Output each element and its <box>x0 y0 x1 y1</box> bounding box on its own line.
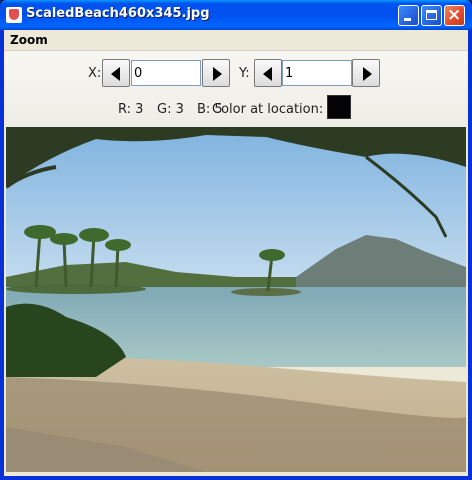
x-field[interactable] <box>131 60 201 86</box>
beach-image[interactable] <box>6 127 466 472</box>
y-label: Y: <box>239 66 250 81</box>
picture-explorer-panel: X: Y: R: 3 G: 3 B: 5 Color at location: <box>4 51 468 127</box>
beach-photo <box>6 127 466 472</box>
java-cup-icon <box>6 7 22 23</box>
right-arrow-icon <box>363 67 372 81</box>
close-icon: × <box>447 5 462 25</box>
y-field[interactable] <box>282 60 352 86</box>
menu-zoom[interactable]: Zoom <box>10 33 48 47</box>
color-at-location-label: Color at location: <box>212 102 324 117</box>
x-decrement-button[interactable] <box>102 59 130 87</box>
minimize-icon <box>404 18 411 21</box>
window-title: ScaledBeach460x345.jpg <box>26 6 210 21</box>
x-increment-button[interactable] <box>202 59 230 87</box>
maximize-button[interactable] <box>421 5 442 26</box>
title-bar[interactable]: ScaledBeach460x345.jpg × <box>0 0 472 30</box>
y-increment-button[interactable] <box>352 59 380 87</box>
color-swatch <box>327 95 351 119</box>
x-label: X: <box>88 66 102 81</box>
y-decrement-button[interactable] <box>254 59 282 87</box>
app-window: ScaledBeach460x345.jpg × Zoom X: Y: R: 3… <box>0 0 472 480</box>
right-arrow-icon <box>213 67 222 81</box>
green-value: G: 3 <box>157 102 184 117</box>
red-value: R: 3 <box>118 102 144 117</box>
close-button[interactable]: × <box>444 5 465 26</box>
menu-bar: Zoom <box>4 30 468 51</box>
left-arrow-icon <box>111 67 120 81</box>
client-area: Zoom X: Y: R: 3 G: 3 B: 5 Color at locat… <box>4 30 468 476</box>
left-arrow-icon <box>263 67 272 81</box>
maximize-icon <box>426 10 437 20</box>
minimize-button[interactable] <box>398 5 419 26</box>
